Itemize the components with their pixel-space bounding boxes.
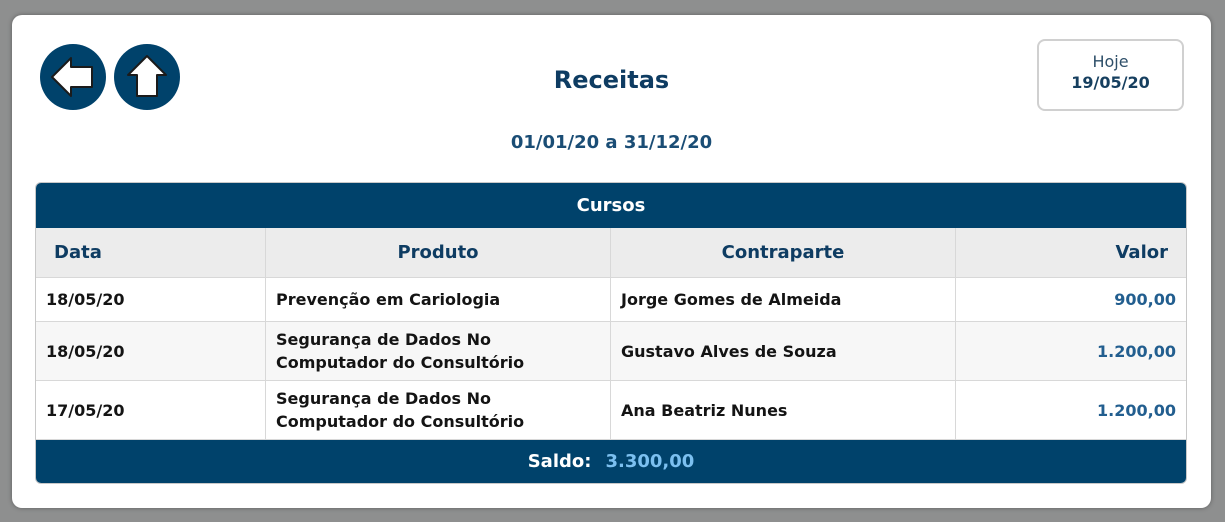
table-row[interactable]: 18/05/20 Prevenção em Cariologia Jorge G… [36, 278, 1186, 322]
column-header-value[interactable]: Valor [956, 228, 1186, 277]
cell-product: Segurança de Dados No Computador do Cons… [266, 381, 611, 439]
column-header-date[interactable]: Data [36, 228, 266, 277]
page-title: Receitas [553, 66, 670, 94]
today-date: 19/05/20 [1071, 73, 1150, 92]
period-range: 01/01/20 a 31/12/20 [510, 132, 713, 153]
cell-date: 17/05/20 [36, 381, 266, 439]
table-row[interactable]: 18/05/20 Segurança de Dados No Computado… [36, 322, 1186, 381]
balance-value: 3.300,00 [605, 451, 695, 472]
revenue-table: Cursos Data Produto Contraparte Valor 18… [35, 182, 1187, 484]
main-card: Receitas 01/01/20 a 31/12/20 Hoje 19/05/… [12, 15, 1211, 508]
cell-product: Segurança de Dados No Computador do Cons… [266, 322, 611, 380]
table-row[interactable]: 17/05/20 Segurança de Dados No Computado… [36, 381, 1186, 440]
cell-value: 1.200,00 [1097, 400, 1176, 420]
cell-counterpart: Gustavo Alves de Souza [611, 322, 956, 380]
column-header-counterpart[interactable]: Contraparte [611, 228, 956, 277]
section-header: Cursos [36, 183, 1186, 228]
cell-value: 1.200,00 [1097, 341, 1176, 361]
cell-date: 18/05/20 [36, 322, 266, 380]
column-header-product[interactable]: Produto [266, 228, 611, 277]
cell-value: 900,00 [1114, 290, 1176, 309]
today-label: Hoje [1092, 52, 1129, 71]
cell-product: Prevenção em Cariologia [266, 278, 611, 321]
cell-date: 18/05/20 [36, 278, 266, 321]
cell-counterpart: Jorge Gomes de Almeida [611, 278, 956, 321]
table-header-row: Data Produto Contraparte Valor [36, 228, 1186, 278]
today-box: Hoje 19/05/20 [1037, 39, 1184, 111]
balance-footer: Saldo: 3.300,00 [36, 440, 1186, 483]
balance-label: Saldo: [527, 451, 592, 472]
cell-counterpart: Ana Beatriz Nunes [611, 381, 956, 439]
